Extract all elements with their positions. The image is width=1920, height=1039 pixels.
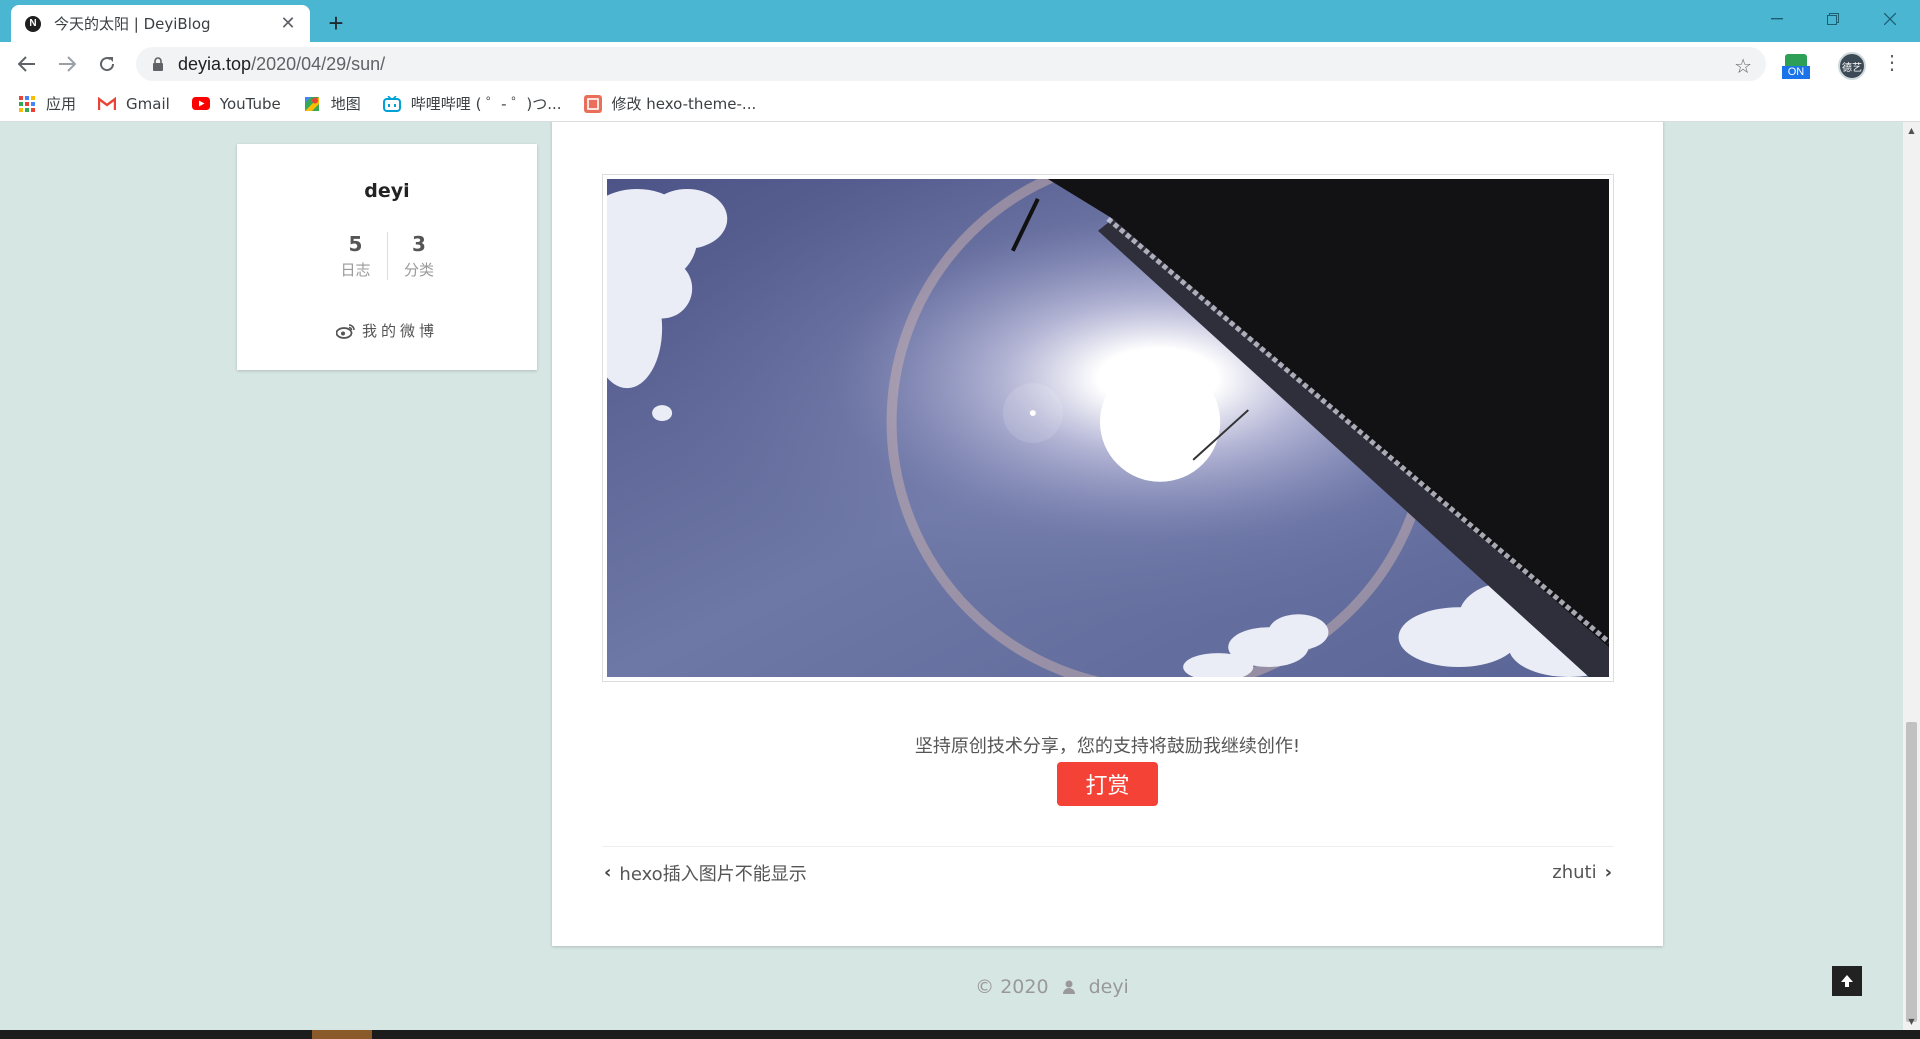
extension-icon [1785,54,1807,66]
page-scrollbar[interactable]: ▲ ▼ [1903,122,1920,1030]
close-window-button[interactable] [1862,0,1918,38]
address-bar[interactable]: deyia.top/2020/04/29/sun/ ☆ [136,47,1766,81]
arrow-right-icon [59,56,76,72]
bookmark-maps[interactable]: 地图 [303,93,361,114]
os-taskbar [0,1030,1920,1039]
bookmark-bilibili[interactable]: 哔哩哔哩 ( ゜- ゜)つ... [382,93,562,114]
close-icon [1884,13,1896,25]
new-tab-button[interactable]: + [321,8,351,38]
bookmark-gmail[interactable]: Gmail [98,95,170,113]
bookmark-label: Gmail [126,94,170,113]
weibo-label: 我的微博 [361,322,438,340]
reward-button[interactable]: 打赏 [1057,762,1158,806]
bookmark-label: 修改 hexo-theme-... [611,95,757,113]
maps-icon [303,95,321,113]
bookmark-star-icon[interactable]: ☆ [1734,54,1752,78]
browser-menu-icon[interactable]: ⋮ [1882,50,1902,75]
bookmark-jianshu[interactable]: 修改 hexo-theme-... [583,93,757,114]
back-to-top-button[interactable] [1832,966,1862,996]
stat-posts-label: 日志 [340,261,371,279]
profile-avatar[interactable]: 德艺 [1838,52,1866,80]
browser-titlebar: N 今天的太阳 | DeyiBlog ✕ + [0,0,1920,42]
url-text: deyia.top/2020/04/29/sun/ [178,54,385,75]
back-button[interactable] [12,49,42,79]
bilibili-icon [382,95,401,113]
author-sidebar-card: deyi 5 日志 3 分类 我的微博 [237,144,537,370]
scroll-up-icon[interactable]: ▲ [1903,122,1920,139]
scrollbar-thumb[interactable] [1906,722,1917,1022]
next-post-link[interactable]: zhuti › [1552,862,1614,883]
youtube-icon [191,95,210,113]
minimize-window-button[interactable] [1749,0,1805,38]
bookmark-apps[interactable]: 应用 [18,93,76,114]
restore-window-button[interactable] [1805,0,1861,38]
bookmark-youtube[interactable]: YouTube [191,94,281,113]
weibo-link[interactable]: 我的微博 [237,320,537,341]
arrow-left-icon [18,56,35,72]
post-image-frame[interactable] [602,174,1614,682]
site-favicon-icon: N [25,15,41,32]
restore-icon [1827,13,1839,25]
minimize-icon [1771,18,1783,20]
bookmarks-bar: 应用 Gmail YouTube 地图 哔哩哔哩 ( ゜- ゜)つ... 修改 … [0,86,1920,122]
scroll-down-icon[interactable]: ▼ [1903,1013,1920,1030]
site-author-name: deyi [364,180,410,202]
tab-close-icon[interactable]: ✕ [278,13,298,34]
reward-prompt: 坚持原创技术分享，您的支持将鼓励我继续创作! [914,736,1301,757]
prev-post-link[interactable]: ‹ hexo插入图片不能显示 [602,860,807,886]
extension-badge: ON [1782,66,1810,79]
stat-posts-count: 5 [348,232,363,256]
site-footer: © 2020 deyi [0,976,1903,998]
stat-categories[interactable]: 3 分类 [387,232,450,280]
footer-copyright: © 2020 [975,976,1049,998]
forward-button[interactable] [52,49,82,79]
user-icon [1062,980,1075,994]
jianshu-icon [583,94,602,113]
chevron-right-icon: › [1604,862,1612,883]
reload-button[interactable] [92,49,122,79]
post-navigation: ‹ hexo插入图片不能显示 zhuti › [602,846,1614,898]
prev-post-title: hexo插入图片不能显示 [619,863,807,885]
page-viewport: deyi 5 日志 3 分类 我的微博 坚持原创技术分享，您的支持将鼓励我继续创… [0,122,1903,1030]
browser-toolbar: deyia.top/2020/04/29/sun/ ☆ ON 德艺 ⋮ [0,42,1920,86]
next-post-title: zhuti [1552,862,1597,883]
url-host: deyia.top [178,53,252,74]
lock-icon [150,56,166,72]
stat-categories-label: 分类 [403,261,434,279]
bookmark-label: 应用 [46,95,77,113]
bookmark-label: 哔哩哔哩 ( ゜- ゜)つ... [410,95,562,113]
sun-halo-photo [607,179,1609,677]
chevron-left-icon: ‹ [604,862,612,883]
gmail-icon [98,95,117,113]
tab-title: 今天的太阳 | DeyiBlog [54,15,211,33]
post-card: 坚持原创技术分享，您的支持将鼓励我继续创作! 打赏 ‹ hexo插入图片不能显示… [552,122,1663,946]
browser-tab-active[interactable]: N 今天的太阳 | DeyiBlog ✕ [11,5,310,42]
bookmark-label: YouTube [219,94,281,113]
weibo-icon [335,323,355,339]
apps-grid-icon [18,95,36,113]
footer-author: deyi [1088,976,1129,998]
stat-posts[interactable]: 5 日志 [324,232,387,280]
extension-on-button[interactable]: ON [1782,54,1810,80]
taskbar-active-app[interactable] [312,1030,372,1039]
reload-icon [100,57,115,72]
stat-categories-count: 3 [412,232,426,256]
arrow-up-icon [1841,975,1853,987]
site-stats: 5 日志 3 分类 [237,232,537,280]
bookmark-label: 地图 [330,95,361,113]
url-path: /2020/04/29/sun/ [251,53,386,74]
